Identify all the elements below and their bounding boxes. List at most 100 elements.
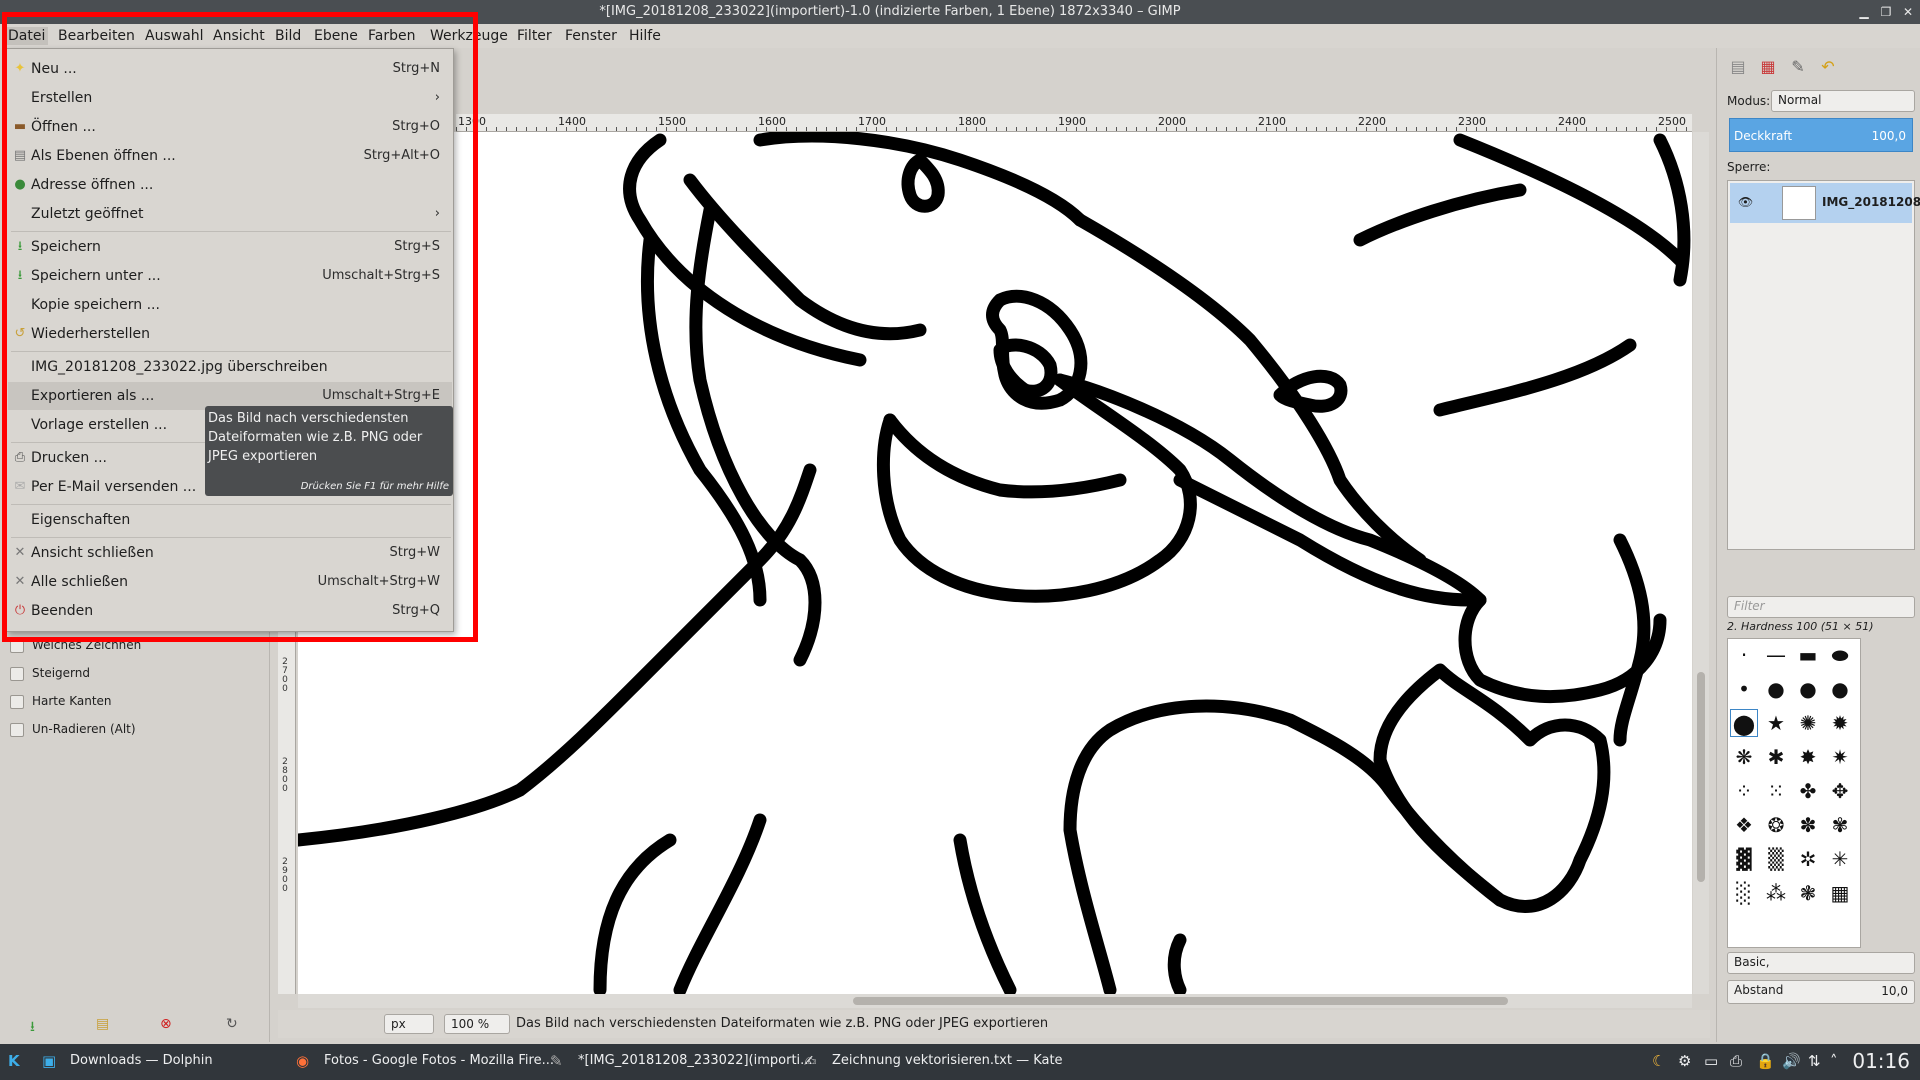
- brush-icon[interactable]: ●: [1794, 675, 1822, 703]
- tray-expand-icon[interactable]: ˄: [1830, 1052, 1838, 1070]
- printer-icon[interactable]: ⎙: [1730, 1052, 1742, 1070]
- menu-item-beenden[interactable]: ⏻ Beenden Strg+Q: [8, 597, 452, 625]
- checkbox[interactable]: [10, 694, 24, 709]
- brush-icon[interactable]: ●: [1826, 675, 1854, 703]
- delete-preset-icon[interactable]: ⊗: [160, 1016, 172, 1032]
- menu-hilfe[interactable]: Hilfe: [626, 27, 664, 45]
- channels-tab-icon[interactable]: ▦: [1755, 54, 1781, 80]
- menu-item-oeffnen[interactable]: ▬ Öffnen ... Strg+O: [8, 113, 452, 141]
- brush-icon[interactable]: ✳: [1826, 845, 1854, 873]
- lock-icon[interactable]: 🔒: [1756, 1052, 1775, 1070]
- brush-icon[interactable]: —: [1762, 641, 1790, 669]
- brush-icon[interactable]: ✸: [1794, 743, 1822, 771]
- paths-tab-icon[interactable]: ✎: [1785, 54, 1811, 80]
- brush-icon[interactable]: ❂: [1762, 811, 1790, 839]
- network-icon[interactable]: ⇅: [1808, 1052, 1821, 1070]
- brush-icon[interactable]: ❃: [1794, 879, 1822, 907]
- brush-icon[interactable]: ✹: [1826, 709, 1854, 737]
- checkbox[interactable]: [10, 638, 24, 653]
- brush-icon[interactable]: ▓: [1730, 845, 1758, 873]
- menu-item-als-ebenen-oeffnen[interactable]: ▤ Als Ebenen öffnen ... Strg+Alt+O: [8, 142, 452, 170]
- brush-icon[interactable]: ●: [1762, 675, 1790, 703]
- brush-icon[interactable]: •: [1730, 675, 1758, 703]
- option-un-radieren[interactable]: Un-Radieren (Alt): [10, 722, 136, 737]
- eye-icon[interactable]: 👁: [1738, 195, 1753, 209]
- brush-icon[interactable]: ⬤: [1730, 709, 1758, 737]
- option-steigernd[interactable]: Steigernd: [10, 666, 90, 681]
- task-dolphin[interactable]: Downloads — Dolphin: [70, 1053, 213, 1068]
- brush-icon[interactable]: ░: [1730, 879, 1758, 907]
- menu-item-zuletzt-geoeffnet[interactable]: Zuletzt geöffnet ›: [8, 200, 452, 228]
- menu-item-neu[interactable]: ✦ Neu ... Strg+N: [8, 55, 452, 83]
- undo-history-tab-icon[interactable]: ↶: [1815, 54, 1841, 80]
- kde-launcher-icon[interactable]: K: [8, 1052, 20, 1070]
- settings-icon[interactable]: ⚙: [1678, 1052, 1691, 1070]
- brush-filter-input[interactable]: Filter: [1727, 596, 1915, 618]
- brush-icon[interactable]: ✲: [1794, 845, 1822, 873]
- restore-preset-icon[interactable]: ▤: [96, 1016, 109, 1032]
- save-preset-icon[interactable]: ⭳: [30, 1016, 35, 1040]
- brush-icon[interactable]: ▒: [1762, 845, 1790, 873]
- menu-bearbeiten[interactable]: Bearbeiten: [55, 27, 138, 45]
- menu-item-wiederherstellen[interactable]: ↺ Wiederherstellen: [8, 320, 452, 348]
- menu-item-ueberschreiben[interactable]: IMG_20181208_233022.jpg überschreiben: [8, 353, 452, 381]
- opacity-slider[interactable]: Deckkraft 100,0: [1729, 118, 1913, 152]
- brush-icon[interactable]: ✥: [1826, 777, 1854, 805]
- brush-icon[interactable]: ✱: [1762, 743, 1790, 771]
- brush-preset-select[interactable]: Basic,: [1727, 952, 1915, 974]
- brush-icon[interactable]: ✽: [1794, 811, 1822, 839]
- task-firefox[interactable]: Fotos - Google Fotos - Mozilla Fire...: [324, 1053, 554, 1068]
- horizontal-scrollbar[interactable]: [298, 994, 1692, 1008]
- menu-datei[interactable]: Datei: [5, 27, 49, 45]
- zoom-select[interactable]: 100 %: [444, 1014, 510, 1034]
- maximize-icon[interactable]: ❐: [1878, 4, 1894, 20]
- unit-select[interactable]: px: [384, 1014, 434, 1034]
- brush-icon[interactable]: ❋: [1730, 743, 1758, 771]
- spacing-slider[interactable]: Abstand 10,0: [1727, 980, 1915, 1004]
- menu-ebene[interactable]: Ebene: [311, 27, 361, 45]
- brush-icon[interactable]: ·: [1730, 641, 1758, 669]
- scroll-thumb[interactable]: [1697, 672, 1705, 882]
- menu-item-erstellen[interactable]: Erstellen ›: [8, 84, 452, 112]
- menu-item-alle-schliessen[interactable]: ✕ Alle schließen Umschalt+Strg+W: [8, 568, 452, 596]
- brush-grid[interactable]: · — ▬ ⬬ • ● ● ● ⬤ ★ ✺ ✹ ❋ ✱ ✸ ✷ ⁘ ⁙ ✤ ✥ …: [1727, 638, 1861, 948]
- menu-auswahl[interactable]: Auswahl: [142, 27, 207, 45]
- brush-icon[interactable]: ✤: [1794, 777, 1822, 805]
- mode-select[interactable]: Normal: [1771, 90, 1915, 112]
- menu-item-ansicht-schliessen[interactable]: ✕ Ansicht schließen Strg+W: [8, 539, 452, 567]
- brush-icon[interactable]: ❖: [1730, 811, 1758, 839]
- brush-icon[interactable]: ▦: [1826, 879, 1854, 907]
- volume-icon[interactable]: 🔊: [1782, 1052, 1801, 1070]
- reset-icon[interactable]: ↻: [226, 1016, 238, 1032]
- night-mode-icon[interactable]: ☾: [1652, 1052, 1665, 1070]
- checkbox[interactable]: [10, 722, 24, 737]
- brush-icon[interactable]: ⁂: [1762, 879, 1790, 907]
- menu-werkzeuge[interactable]: Werkzeuge: [427, 27, 511, 45]
- menu-farben[interactable]: Farben: [365, 27, 418, 45]
- minimize-icon[interactable]: ▁: [1856, 4, 1872, 20]
- menu-item-adresse-oeffnen[interactable]: ● Adresse öffnen ...: [8, 171, 452, 199]
- menu-item-speichern-unter[interactable]: ⭳ Speichern unter ... Umschalt+Strg+S: [8, 262, 452, 290]
- brush-icon[interactable]: ⁙: [1762, 777, 1790, 805]
- image-canvas[interactable]: [298, 132, 1692, 994]
- brush-icon[interactable]: ✾: [1826, 811, 1854, 839]
- brush-icon[interactable]: ★: [1762, 709, 1790, 737]
- brush-icon[interactable]: ⬬: [1826, 641, 1854, 669]
- menu-fenster[interactable]: Fenster: [562, 27, 620, 45]
- menu-item-eigenschaften[interactable]: Eigenschaften: [8, 506, 452, 534]
- display-icon[interactable]: ▭: [1704, 1052, 1718, 1070]
- menu-bild[interactable]: Bild: [272, 27, 304, 45]
- brush-icon[interactable]: ▬: [1794, 641, 1822, 669]
- menu-ansicht[interactable]: Ansicht: [210, 27, 268, 45]
- option-weiches-zeichnen[interactable]: Weiches Zeichnen: [10, 638, 141, 653]
- task-kate[interactable]: Zeichnung vektorisieren.txt — Kate: [832, 1053, 1063, 1068]
- brush-icon[interactable]: ✺: [1794, 709, 1822, 737]
- option-harte-kanten[interactable]: Harte Kanten: [10, 694, 112, 709]
- menu-item-speichern[interactable]: ⭳ Speichern Strg+S: [8, 233, 452, 261]
- menu-filter[interactable]: Filter: [514, 27, 555, 45]
- scroll-thumb[interactable]: [853, 997, 1508, 1005]
- menu-item-kopie-speichern[interactable]: Kopie speichern ...: [8, 291, 452, 319]
- layers-tab-icon[interactable]: ▤: [1725, 54, 1751, 80]
- layer-row[interactable]: 👁 IMG_20181208_23: [1730, 183, 1920, 223]
- checkbox[interactable]: [10, 666, 24, 681]
